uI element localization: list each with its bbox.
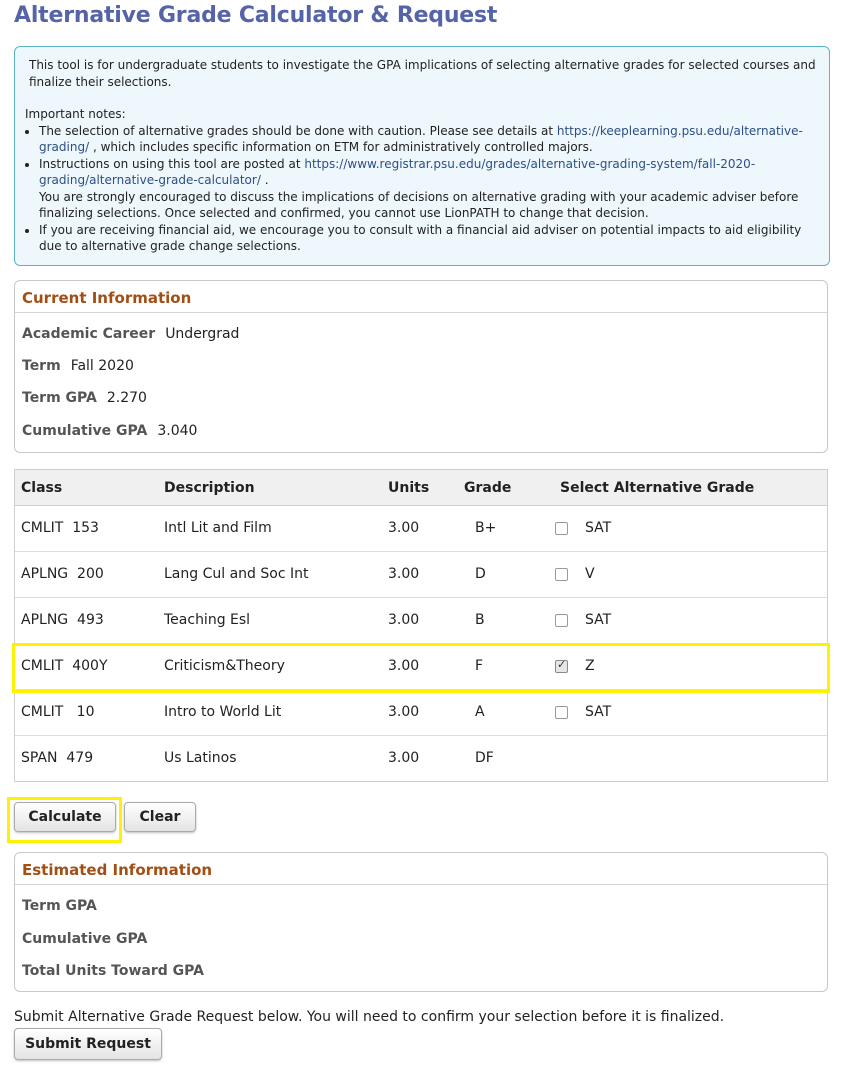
calculate-button[interactable]: Calculate bbox=[14, 802, 116, 832]
submit-request-button[interactable]: Submit Request bbox=[14, 1028, 162, 1060]
info-notice: This tool is for undergraduate students … bbox=[14, 46, 830, 266]
estimated-term-gpa-label: Term GPA bbox=[22, 898, 97, 914]
term-value: Fall 2020 bbox=[70, 358, 134, 374]
col-class: Class bbox=[21, 480, 63, 496]
current-information-heading: Current Information bbox=[15, 281, 827, 313]
current-information-panel: Current Information Academic Career Under… bbox=[14, 280, 828, 453]
term-gpa-row: Term GPA 2.270 bbox=[22, 390, 147, 406]
table-row: CMLIT 10 Intro to World Lit 3.00 A SAT bbox=[15, 690, 827, 736]
col-select-alternative: Select Alternative Grade bbox=[560, 480, 755, 496]
academic-career-value: Undergrad bbox=[165, 326, 240, 342]
table-row: APLNG 493 Teaching Esl 3.00 B SAT bbox=[15, 598, 827, 644]
cumulative-gpa-row: Cumulative GPA 3.040 bbox=[22, 423, 198, 439]
alt-grade-checkbox[interactable] bbox=[555, 522, 568, 535]
col-units: Units bbox=[388, 480, 430, 496]
table-row: APLNG 200 Lang Cul and Soc Int 3.00 D V bbox=[15, 552, 827, 598]
table-row: SPAN 479 Us Latinos 3.00 DF bbox=[15, 736, 827, 781]
page-title: Alternative Grade Calculator & Request bbox=[14, 3, 498, 28]
notice-heading: Important notes: bbox=[25, 107, 126, 121]
cumulative-gpa-value: 3.040 bbox=[157, 423, 198, 439]
notice-list: The selection of alternative grades shou… bbox=[25, 123, 819, 255]
estimated-cumulative-gpa-label: Cumulative GPA bbox=[22, 931, 148, 947]
notice-intro: This tool is for undergraduate students … bbox=[29, 58, 816, 89]
alt-grade-checkbox[interactable] bbox=[555, 568, 568, 581]
notice-bullet-2: Instructions on using this tool are post… bbox=[39, 156, 819, 222]
notice-adviser-text: You are strongly encouraged to discuss t… bbox=[39, 189, 799, 221]
notice-bullet-1: The selection of alternative grades shou… bbox=[39, 123, 819, 156]
notice-bullet-3: If you are receiving financial aid, we e… bbox=[39, 222, 819, 255]
table-row: CMLIT 400Y Criticism&Theory 3.00 F Z bbox=[15, 644, 827, 690]
clear-button[interactable]: Clear bbox=[124, 802, 196, 832]
estimated-information-panel: Estimated Information Term GPA Cumulativ… bbox=[14, 852, 828, 992]
alt-grade-checkbox[interactable] bbox=[555, 614, 568, 627]
estimated-information-heading: Estimated Information bbox=[15, 853, 827, 885]
col-grade: Grade bbox=[464, 480, 512, 496]
table-header: Class Description Units Grade Select Alt… bbox=[15, 470, 827, 506]
term-gpa-value: 2.270 bbox=[106, 390, 147, 406]
submit-note: Submit Alternative Grade Request below. … bbox=[14, 1009, 725, 1025]
courses-table: Class Description Units Grade Select Alt… bbox=[14, 469, 828, 782]
col-description: Description bbox=[164, 480, 255, 496]
alt-grade-checkbox-checked[interactable] bbox=[555, 658, 568, 673]
table-row: CMLIT 153 Intl Lit and Film 3.00 B+ SAT bbox=[15, 506, 827, 552]
alt-grade-checkbox[interactable] bbox=[555, 706, 568, 719]
academic-career-row: Academic Career Undergrad bbox=[22, 326, 240, 342]
term-row: Term Fall 2020 bbox=[22, 358, 134, 374]
estimated-total-units-label: Total Units Toward GPA bbox=[22, 963, 204, 979]
